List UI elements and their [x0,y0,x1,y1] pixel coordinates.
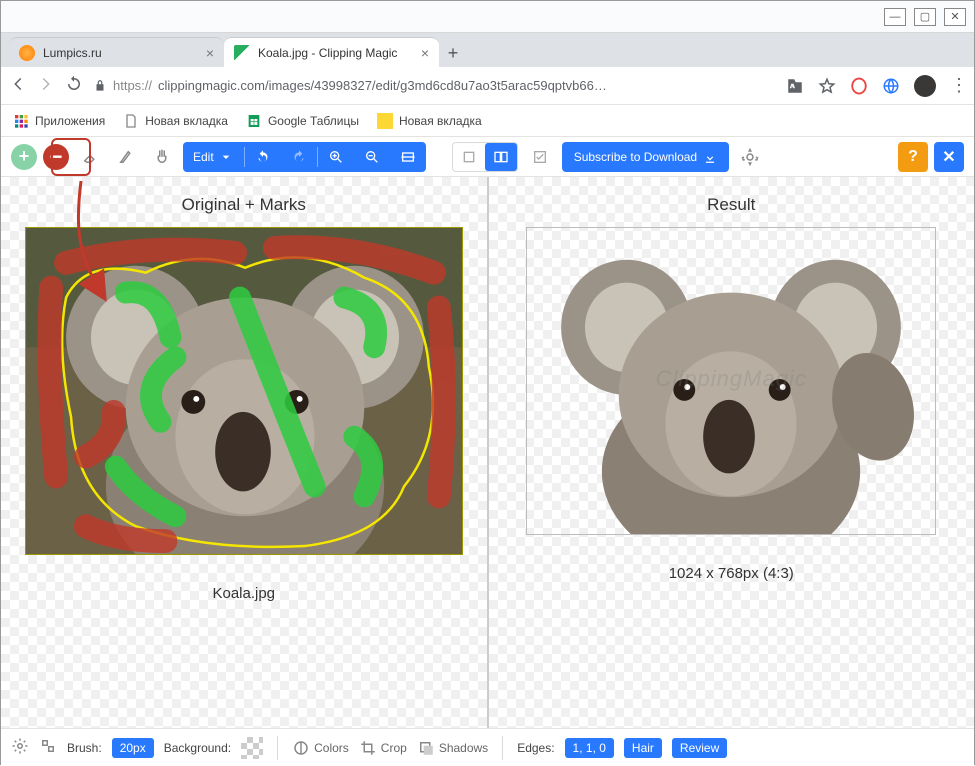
undo-button[interactable] [245,142,281,172]
subscribe-download-button[interactable]: Subscribe to Download [562,142,729,172]
scalpel-tool[interactable] [111,142,141,172]
view-split[interactable] [485,143,517,171]
address-bar[interactable]: https:// clippingmagic.com/images/439983… [93,78,776,93]
edges-value[interactable]: 1, 1, 0 [565,738,614,758]
close-editor-button[interactable]: ✕ [934,142,964,172]
tab-title: Koala.jpg - Clipping Magic [258,46,397,60]
url-protocol: https:// [113,78,152,93]
back-button[interactable] [9,75,27,96]
review-button[interactable]: Review [672,738,727,758]
tab-close-icon[interactable]: × [206,45,214,61]
bookmarks-bar: Приложения Новая вкладка Google Таблицы … [1,105,974,137]
view-mode-group [452,142,518,172]
tab-strip: Lumpics.ru × Koala.jpg - Clipping Magic … [1,33,974,67]
reload-button[interactable] [65,75,83,96]
result-dimensions: 1024 x 768px (4:3) [669,565,794,582]
new-tab-button[interactable]: + [439,39,467,67]
redo-button[interactable] [281,142,317,172]
original-filename: Koala.jpg [212,585,275,602]
watermark: ClippingMagic [527,366,935,392]
bookmark-newtab-2[interactable]: Новая вкладка [377,113,482,129]
brush-size[interactable]: 20px [112,738,154,758]
profile-avatar[interactable] [914,75,936,97]
crop-button[interactable]: Crop [359,739,407,757]
forward-button[interactable] [37,75,55,96]
tab-clippingmagic[interactable]: Koala.jpg - Clipping Magic × [224,37,439,67]
window-chrome: — ▢ ✕ [1,1,974,33]
zoom-out-button[interactable] [354,142,390,172]
pan-tool[interactable] [147,142,177,172]
url-bar: https:// clippingmagic.com/images/439983… [1,67,974,105]
callout-arrow [71,181,131,311]
colors-button[interactable]: Colors [292,739,349,757]
bookmark-newtab-1[interactable]: Новая вкладка [123,113,228,129]
globe-icon[interactable] [882,77,900,95]
background-swatch[interactable] [241,737,263,759]
callout-highlight [51,138,91,176]
bookmark-sheets[interactable]: Google Таблицы [246,113,359,129]
view-single[interactable] [453,149,485,165]
bottom-toolbar: Brush: 20px Background: Colors Crop Shad… [1,728,974,766]
background-label: Background: [164,741,231,755]
brush-label: Brush: [67,741,102,755]
translate-icon[interactable] [786,77,804,95]
window-minimize[interactable]: — [884,8,906,26]
menu-icon[interactable]: ⋮ [950,75,966,96]
window-close[interactable]: ✕ [944,8,966,26]
original-title: Original + Marks [182,195,306,215]
output-settings-icon[interactable] [11,737,29,758]
tab-lumpics[interactable]: Lumpics.ru × [9,37,224,67]
main-split: Original + Marks [1,177,974,728]
result-pane: Result ClippingMagic 1024 x 768px (4:3) [489,177,975,728]
lumpics-favicon [19,45,35,61]
help-button[interactable]: ? [898,142,928,172]
apps-shortcut[interactable]: Приложения [13,113,105,129]
edges-label: Edges: [517,741,554,755]
result-canvas[interactable]: ClippingMagic [526,227,936,535]
hair-button[interactable]: Hair [624,738,662,758]
window-maximize[interactable]: ▢ [914,8,936,26]
result-title: Result [707,195,755,215]
foreground-mark-tool[interactable]: + [11,144,37,170]
zoom-in-button[interactable] [318,142,354,172]
fit-button[interactable] [390,142,426,172]
clippingmagic-favicon [234,45,250,61]
app-toolbar: + − Edit Subscribe to Download ? ✕ [1,137,974,177]
settings-icon[interactable] [735,142,765,172]
checkbox-preview[interactable] [524,142,556,172]
shadows-button[interactable]: Shadows [417,739,488,757]
edit-dropdown[interactable]: Edit [183,142,244,172]
star-icon[interactable] [818,77,836,95]
edit-group: Edit [183,142,426,172]
url-path: clippingmagic.com/images/43998327/edit/g… [158,78,607,93]
opera-icon[interactable] [850,77,868,95]
image-settings-icon[interactable] [39,737,57,758]
lock-icon [93,79,107,93]
tab-close-icon[interactable]: × [421,45,429,61]
tab-title: Lumpics.ru [43,46,102,60]
